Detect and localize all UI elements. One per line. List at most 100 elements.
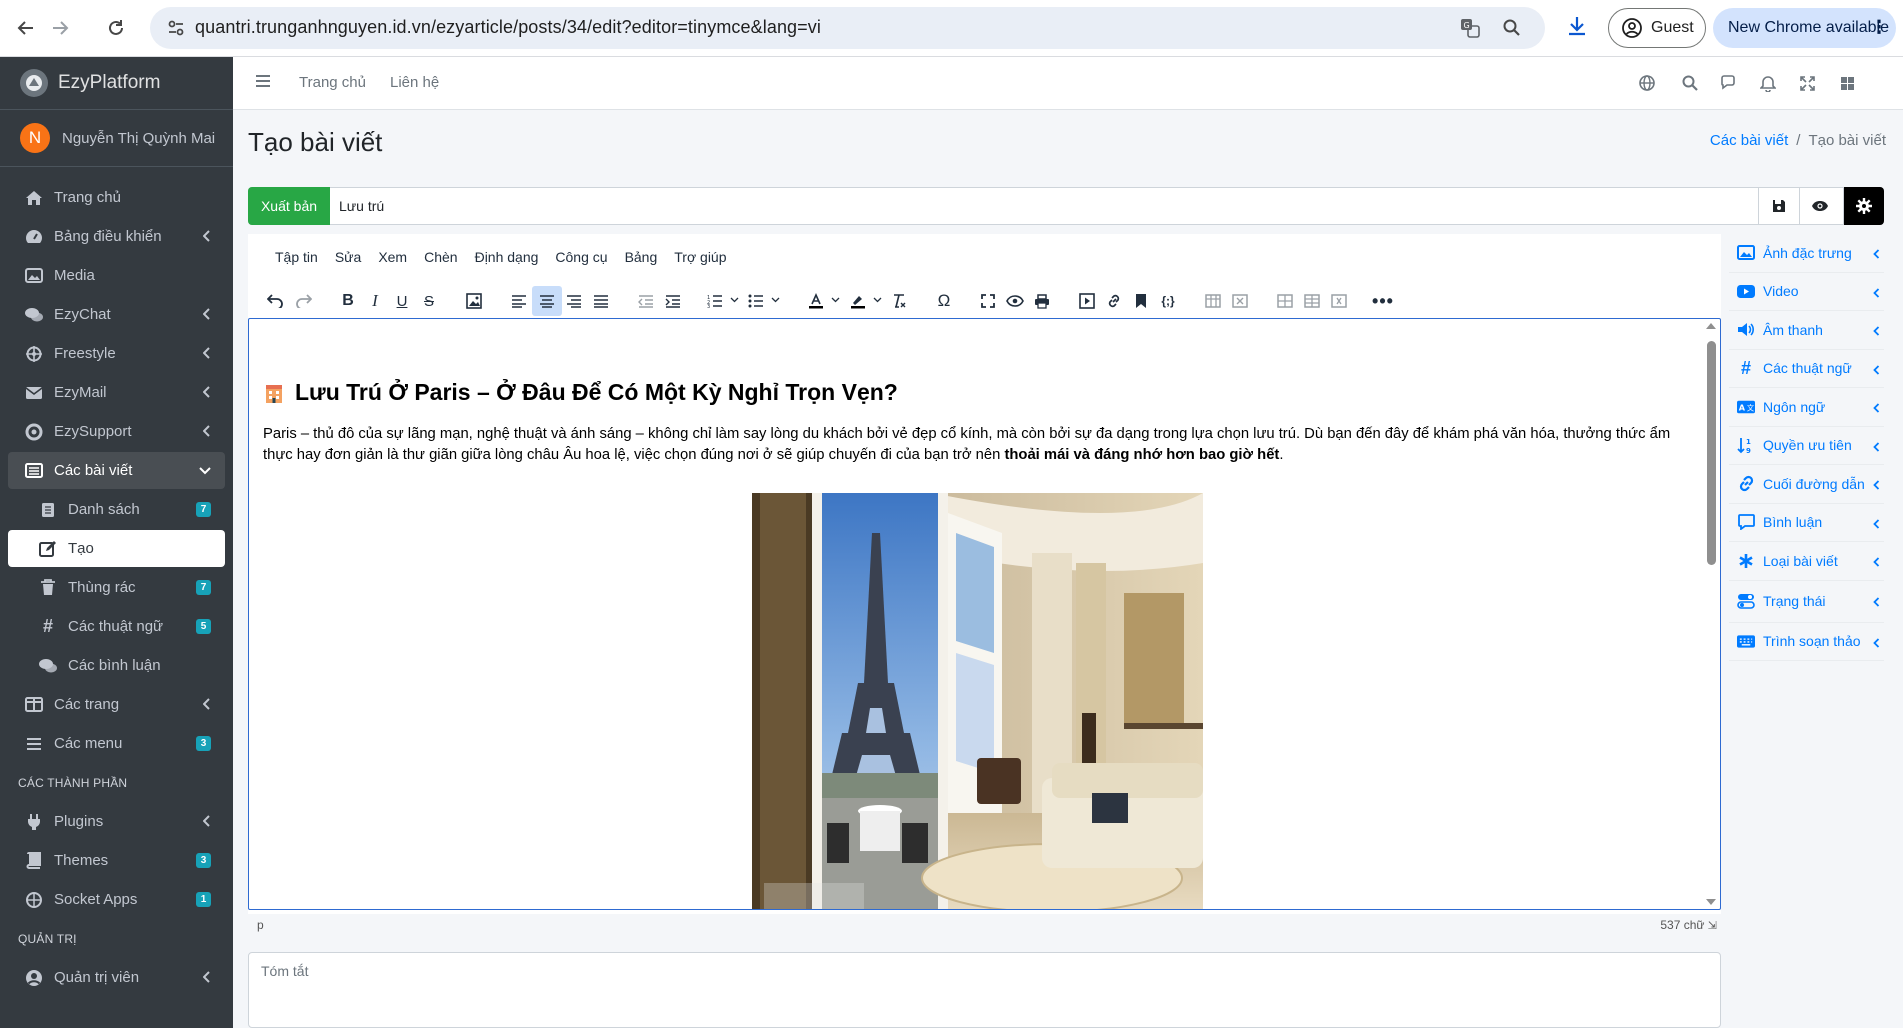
- topnav-contact-link[interactable]: Liên hệ: [390, 74, 439, 91]
- messages-icon[interactable]: [1718, 72, 1740, 94]
- translate-icon[interactable]: G: [1458, 16, 1482, 40]
- link-icon[interactable]: [1099, 286, 1129, 316]
- menu-insert[interactable]: Chèn: [416, 249, 466, 265]
- editor-document[interactable]: Lưu Trú Ở Paris – Ở Đâu Để Có Một Kỳ Ngh…: [263, 379, 1673, 466]
- summary-textarea[interactable]: Tóm tắt: [248, 952, 1721, 1028]
- sidebar-item-post-list[interactable]: Danh sách 7: [8, 491, 225, 528]
- word-count[interactable]: 537 chữ ⇲: [1660, 918, 1717, 932]
- save-button[interactable]: [1758, 187, 1799, 225]
- topnav-home-link[interactable]: Trang chủ: [299, 74, 366, 91]
- underline-icon[interactable]: U: [387, 286, 417, 316]
- panel-slug[interactable]: Cuối đường dẫn: [1729, 465, 1884, 504]
- panel-terms[interactable]: # Các thuật ngữ: [1729, 350, 1884, 388]
- sidebar-item-ezymail[interactable]: EzyMail: [8, 374, 225, 411]
- italic-icon[interactable]: I: [360, 286, 390, 316]
- sidebar-item-ezychat[interactable]: EzyChat: [8, 296, 225, 333]
- panel-language[interactable]: A文 Ngôn ngữ: [1729, 388, 1884, 427]
- table-icon[interactable]: [1198, 286, 1228, 316]
- panel-editor-type[interactable]: Trình soạn thảo: [1729, 623, 1884, 661]
- settings-button[interactable]: [1843, 187, 1884, 225]
- publish-button[interactable]: Xuất bản: [248, 187, 330, 225]
- insert-column-icon[interactable]: [1297, 286, 1327, 316]
- menu-file[interactable]: Tập tin: [267, 249, 327, 265]
- panel-comments[interactable]: Bình luận: [1729, 504, 1884, 542]
- reload-icon[interactable]: [100, 12, 132, 44]
- post-title-input[interactable]: Lưu trú: [339, 198, 384, 214]
- insert-row-icon[interactable]: [1270, 286, 1300, 316]
- special-character-icon[interactable]: Ω: [929, 286, 959, 316]
- undo-icon[interactable]: [260, 286, 290, 316]
- sidebar-item-media[interactable]: Media: [8, 257, 225, 294]
- justify-icon[interactable]: [586, 286, 616, 316]
- sidebar-item-home[interactable]: Trang chủ: [8, 179, 225, 216]
- breadcrumb-posts-link[interactable]: Các bài viết: [1710, 132, 1788, 149]
- align-center-icon[interactable]: [532, 286, 562, 316]
- site-settings-icon[interactable]: [166, 18, 186, 38]
- menu-help[interactable]: Trợ giúp: [666, 249, 735, 265]
- url-text[interactable]: quantri.trunganhnguyen.id.vn/ezyarticle/…: [195, 17, 821, 38]
- bell-icon[interactable]: [1757, 72, 1779, 94]
- preview-button[interactable]: [1799, 187, 1840, 225]
- more-icon[interactable]: ⋮: [1870, 18, 1888, 36]
- code-icon[interactable]: {;}: [1153, 286, 1183, 316]
- address-bar[interactable]: quantri.trunganhnguyen.id.vn/ezyarticle/…: [150, 7, 1545, 49]
- article-heading[interactable]: Lưu Trú Ở Paris – Ở Đâu Để Có Một Kỳ Ngh…: [263, 379, 1673, 406]
- panel-post-type[interactable]: Loại bài viết: [1729, 542, 1884, 581]
- panel-status[interactable]: Trạng thái: [1729, 581, 1884, 623]
- align-left-icon[interactable]: [504, 286, 534, 316]
- menu-view[interactable]: Xem: [370, 249, 416, 265]
- clear-format-icon[interactable]: [884, 286, 914, 316]
- globe-icon[interactable]: [1636, 72, 1658, 94]
- sidebar-item-posts[interactable]: Các bài viết: [8, 452, 225, 489]
- bold-icon[interactable]: B: [333, 286, 363, 316]
- menu-format[interactable]: Định dạng: [467, 249, 548, 265]
- apps-grid-icon[interactable]: [1836, 72, 1858, 94]
- sidebar-item-terms[interactable]: # Các thuật ngữ 5: [8, 608, 225, 645]
- indent-icon[interactable]: [658, 286, 688, 316]
- sidebar-item-trash[interactable]: Thùng rác 7: [8, 569, 225, 606]
- sidebar-item-comments[interactable]: Các bình luận: [8, 647, 225, 684]
- zoom-icon[interactable]: [1500, 16, 1524, 40]
- download-icon[interactable]: [1565, 14, 1589, 38]
- redo-icon[interactable]: [289, 286, 319, 316]
- menu-toggle-icon[interactable]: [255, 74, 271, 88]
- sidebar-item-admins[interactable]: Quản trị viên: [8, 959, 225, 996]
- panel-audio[interactable]: Âm thanh: [1729, 311, 1884, 350]
- forward-icon[interactable]: [44, 12, 76, 44]
- editor-content-area[interactable]: Lưu Trú Ở Paris – Ở Đâu Để Có Một Kỳ Ngh…: [248, 318, 1721, 910]
- menu-table[interactable]: Bảng: [617, 249, 667, 265]
- align-right-icon[interactable]: [559, 286, 589, 316]
- scrollbar-thumb[interactable]: [1707, 341, 1716, 565]
- more-icon[interactable]: •••: [1368, 286, 1398, 316]
- paris-hotel-image[interactable]: [752, 493, 1203, 909]
- panel-featured-image[interactable]: Ảnh đặc trưng: [1729, 234, 1884, 273]
- sidebar-item-create[interactable]: Tạo: [8, 530, 225, 567]
- sidebar-item-plugins[interactable]: Plugins: [8, 803, 225, 840]
- outdent-icon[interactable]: [631, 286, 661, 316]
- search-icon[interactable]: [1679, 72, 1701, 94]
- sidebar-item-freestyle[interactable]: Freestyle: [8, 335, 225, 372]
- delete-row-icon[interactable]: [1324, 286, 1354, 316]
- sidebar-item-ezysupport[interactable]: EzySupport: [8, 413, 225, 450]
- panel-priority[interactable]: 19 Quyền ưu tiên: [1729, 427, 1884, 465]
- strikethrough-icon[interactable]: S: [414, 286, 444, 316]
- sidebar-item-menus[interactable]: Các menu 3: [8, 725, 225, 762]
- text-color-icon[interactable]: [801, 286, 831, 316]
- fullscreen-editor-icon[interactable]: [973, 286, 1003, 316]
- print-icon[interactable]: [1027, 286, 1057, 316]
- sidebar-item-pages[interactable]: Các trang: [8, 686, 225, 723]
- back-icon[interactable]: [10, 12, 42, 44]
- menu-tools[interactable]: Công cụ: [547, 249, 616, 265]
- preview-icon[interactable]: [1000, 286, 1030, 316]
- panel-video[interactable]: Video: [1729, 273, 1884, 311]
- user-panel[interactable]: N Nguyễn Thị Quỳnh Mai: [0, 110, 233, 167]
- intro-paragraph[interactable]: Paris – thủ đô của sự lãng mạn, nghệ thu…: [263, 424, 1673, 466]
- highlight-color-icon[interactable]: [843, 286, 873, 316]
- insert-image-icon[interactable]: [459, 286, 489, 316]
- sidebar-item-dashboard[interactable]: Bảng điều khiển: [8, 218, 225, 255]
- numbered-list-icon[interactable]: 123: [700, 286, 730, 316]
- brand[interactable]: EzyPlatform: [0, 57, 233, 110]
- editor-scrollbar[interactable]: [1704, 321, 1718, 907]
- insert-media-icon[interactable]: [1072, 286, 1102, 316]
- menu-edit[interactable]: Sửa: [327, 249, 371, 265]
